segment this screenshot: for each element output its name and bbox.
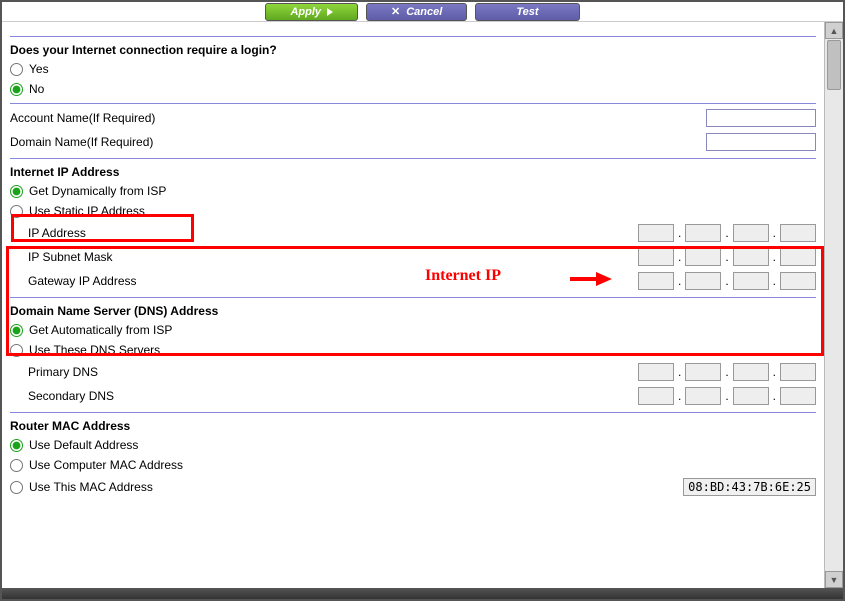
sdns-oct1[interactable] (638, 387, 674, 405)
sdns-oct4[interactable] (780, 387, 816, 405)
subnet-oct2[interactable] (685, 248, 721, 266)
primary-dns-label: Primary DNS (28, 365, 638, 379)
dns-use-label: Use These DNS Servers (29, 343, 160, 357)
divider (10, 297, 816, 298)
dot: . (771, 389, 778, 403)
bottom-bar (2, 588, 843, 599)
dot: . (723, 250, 730, 264)
divider (10, 36, 816, 37)
pdns-oct4[interactable] (780, 363, 816, 381)
ip-title: Internet IP Address (10, 161, 816, 181)
scrollbar[interactable]: ▲ ▼ (824, 22, 843, 588)
test-button[interactable]: Test (475, 3, 579, 21)
gateway-label: Gateway IP Address (28, 274, 638, 288)
dns-section: Domain Name Server (DNS) Address Get Aut… (10, 300, 816, 408)
scroll-thumb[interactable] (827, 40, 841, 90)
ip-dynamic-label: Get Dynamically from ISP (29, 184, 166, 198)
dot: . (676, 226, 683, 240)
domain-name-input[interactable] (706, 133, 816, 151)
dot: . (676, 365, 683, 379)
dot: . (771, 274, 778, 288)
divider (10, 158, 816, 159)
ip-addr-oct1[interactable] (638, 224, 674, 242)
divider (10, 412, 816, 413)
gateway-oct3[interactable] (733, 272, 769, 290)
toolbar: Apply ✕ Cancel Test (2, 2, 843, 22)
subnet-oct3[interactable] (733, 248, 769, 266)
dns-auto-label: Get Automatically from ISP (29, 323, 172, 337)
close-icon: ✕ (391, 5, 400, 18)
login-title: Does your Internet connection require a … (10, 39, 816, 59)
mac-value: 08:BD:43:7B:6E:25 (683, 478, 816, 496)
ip-dynamic-radio[interactable] (10, 185, 23, 198)
apply-button[interactable]: Apply (265, 3, 358, 21)
mac-this-radio[interactable] (10, 481, 23, 494)
mac-default-radio[interactable] (10, 439, 23, 452)
dot: . (723, 226, 730, 240)
mac-default-label: Use Default Address (29, 438, 138, 452)
sdns-oct2[interactable] (685, 387, 721, 405)
account-name-input[interactable] (706, 109, 816, 127)
ip-addr-oct4[interactable] (780, 224, 816, 242)
subnet-cells: . . . (638, 248, 816, 266)
cancel-label: Cancel (406, 6, 442, 18)
pdns-oct3[interactable] (733, 363, 769, 381)
ip-addr-label: IP Address (28, 226, 638, 240)
scroll-up-icon[interactable]: ▲ (825, 22, 843, 39)
triangle-right-icon (327, 8, 333, 16)
dot: . (723, 274, 730, 288)
dot: . (723, 365, 730, 379)
ip-addr-oct3[interactable] (733, 224, 769, 242)
subnet-label: IP Subnet Mask (28, 250, 638, 264)
subnet-oct4[interactable] (780, 248, 816, 266)
login-no-radio[interactable] (10, 83, 23, 96)
divider (10, 103, 816, 104)
gateway-oct4[interactable] (780, 272, 816, 290)
account-section: Account Name(If Required) Domain Name(If… (10, 106, 816, 154)
sdns-oct3[interactable] (733, 387, 769, 405)
mac-title: Router MAC Address (10, 415, 816, 435)
login-section: Does your Internet connection require a … (10, 39, 816, 99)
mac-computer-radio[interactable] (10, 459, 23, 472)
mac-computer-label: Use Computer MAC Address (29, 458, 183, 472)
apply-label: Apply (290, 6, 321, 18)
dot: . (771, 250, 778, 264)
app-window: Apply ✕ Cancel Test Does your Internet co… (0, 0, 845, 601)
dot: . (771, 226, 778, 240)
dot: . (676, 389, 683, 403)
ip-section: Internet IP Address Get Dynamically from… (10, 161, 816, 293)
account-name-label: Account Name(If Required) (10, 111, 706, 125)
dns-auto-radio[interactable] (10, 324, 23, 337)
secondary-dns-label: Secondary DNS (28, 389, 638, 403)
primary-dns-cells: . . . (638, 363, 816, 381)
gateway-oct2[interactable] (685, 272, 721, 290)
login-yes-radio[interactable] (10, 63, 23, 76)
dns-use-radio[interactable] (10, 344, 23, 357)
gateway-oct1[interactable] (638, 272, 674, 290)
main-area: Does your Internet connection require a … (2, 22, 843, 588)
ip-addr-cells: . . . (638, 224, 816, 242)
ip-static-label: Use Static IP Address (29, 204, 145, 218)
gateway-cells: . . . (638, 272, 816, 290)
pdns-oct2[interactable] (685, 363, 721, 381)
dot: . (676, 250, 683, 264)
content-pane: Does your Internet connection require a … (2, 22, 824, 588)
mac-this-label: Use This MAC Address (29, 480, 683, 494)
secondary-dns-cells: . . . (638, 387, 816, 405)
domain-name-label: Domain Name(If Required) (10, 135, 706, 149)
mac-section: Router MAC Address Use Default Address U… (10, 415, 816, 499)
scroll-down-icon[interactable]: ▼ (825, 571, 843, 588)
cancel-button[interactable]: ✕ Cancel (366, 3, 467, 21)
dot: . (771, 365, 778, 379)
subnet-oct1[interactable] (638, 248, 674, 266)
test-label: Test (516, 6, 538, 18)
ip-addr-oct2[interactable] (685, 224, 721, 242)
login-no-label: No (29, 82, 44, 96)
pdns-oct1[interactable] (638, 363, 674, 381)
dot: . (676, 274, 683, 288)
login-yes-label: Yes (29, 62, 49, 76)
dns-title: Domain Name Server (DNS) Address (10, 300, 816, 320)
dot: . (723, 389, 730, 403)
ip-static-radio[interactable] (10, 205, 23, 218)
